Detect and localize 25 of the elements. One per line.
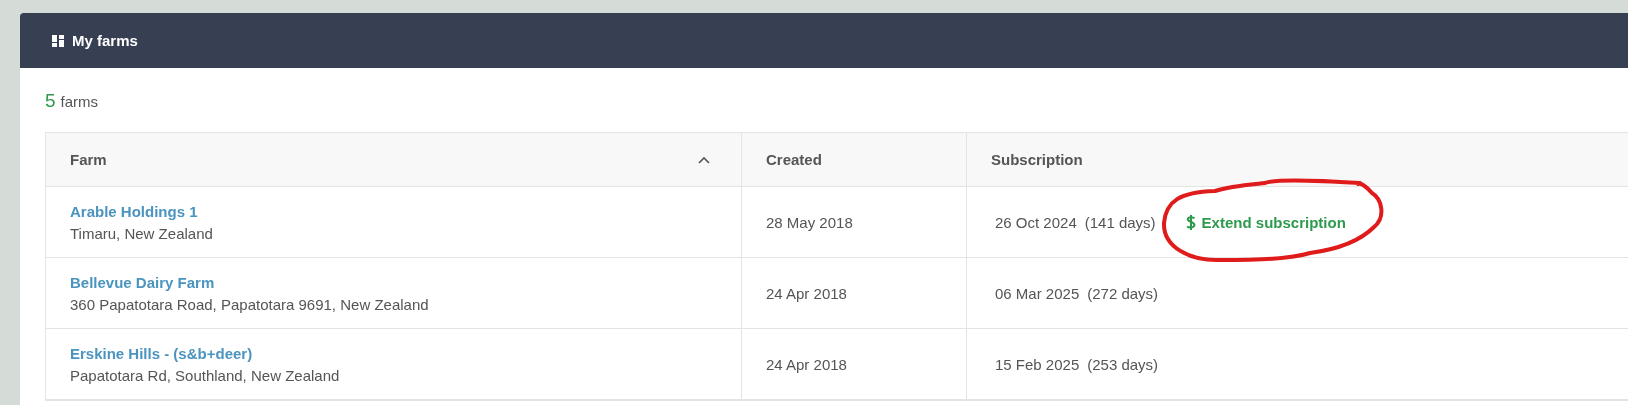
expiry-date: 26 Oct 2024 [995, 213, 1077, 231]
days-remaining: (272 days) [1087, 284, 1159, 302]
farm-name-link[interactable]: Arable Holdings 1 [70, 202, 741, 220]
sort-caret-icon[interactable] [697, 154, 711, 165]
farm-count: 5 [45, 90, 56, 112]
extend-subscription-link[interactable]: Extend subscription [1185, 213, 1346, 231]
column-header: Created [742, 133, 967, 186]
panel-title: My farms [72, 32, 138, 49]
column-header: Subscription [967, 133, 1628, 186]
count-unit: farms [60, 93, 99, 110]
expiry-date: 15 Feb 2025 [995, 355, 1080, 373]
farm-address: Papatotara Rd, Southland, New Zealand [70, 366, 341, 384]
column-header: Farm [46, 133, 742, 186]
days-remaining: (253 days) [1087, 355, 1159, 373]
created-date: 28 May 2018 [766, 213, 854, 231]
created-date: 24 Apr 2018 [766, 355, 848, 373]
expiry-date: 06 Mar 2025 [995, 284, 1080, 302]
farm-address: Timaru, New Zealand [70, 224, 214, 242]
farm-name-link[interactable]: Bellevue Dairy Farm [70, 273, 741, 291]
dollar-icon [1185, 213, 1196, 231]
farm-address: 360 Papatotara Road, Papatotara 9691, New Zealand [70, 295, 430, 313]
created-date: 24 Apr 2018 [766, 284, 848, 302]
days-remaining: (141 days) [1084, 213, 1156, 231]
farm-name-link[interactable]: Erskine Hills - (s&b+deer) [70, 344, 741, 362]
dashboard-icon [52, 34, 64, 47]
